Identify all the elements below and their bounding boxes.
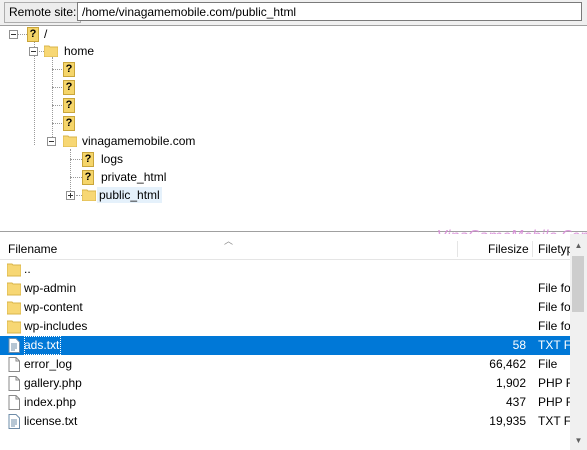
file-type: File folder (538, 319, 570, 333)
file-row[interactable]: gallery.php 1,902 PHP File (0, 374, 570, 393)
remote-path-input[interactable]: /home/vinagamemobile.com/public_html (77, 2, 582, 21)
column-filesize[interactable]: Filesize (488, 239, 529, 259)
file-size: 1,902 (495, 376, 526, 390)
expand-public-html-button[interactable] (66, 191, 75, 200)
column-separator[interactable] (532, 241, 533, 257)
file-rows: .. wp-admin File folder wp-content File fold… (0, 260, 570, 431)
folder-icon (63, 135, 77, 147)
file-type: TXT File (538, 338, 570, 352)
folder-icon (6, 319, 22, 334)
folder-icon (6, 300, 22, 315)
tree-connector (34, 41, 35, 145)
tree-connector (17, 34, 27, 35)
file-row[interactable]: .. (0, 260, 570, 279)
file-row[interactable]: wp-admin File folder (0, 279, 570, 298)
unknown-icon: ? (82, 152, 94, 167)
file-name: ads.txt (24, 336, 62, 355)
file-type: File (538, 357, 558, 371)
folder-icon (82, 189, 96, 201)
folder-icon (6, 281, 22, 296)
tree-connector (70, 159, 82, 160)
file-name: license.txt (24, 414, 78, 428)
file-icon (7, 357, 21, 372)
file-type: TXT File (538, 414, 570, 428)
file-icon (7, 395, 21, 410)
unknown-icon: ? (82, 170, 94, 185)
file-name: wp-content (24, 300, 83, 314)
tree-connector (52, 57, 53, 145)
scroll-thumb[interactable] (572, 256, 584, 312)
column-filetype[interactable]: Filetype (538, 239, 570, 259)
file-name: error_log (24, 357, 73, 371)
file-type: PHP File (538, 376, 570, 390)
remote-site-label: Remote site: (4, 2, 82, 23)
file-row[interactable]: index.php 437 PHP File (0, 393, 570, 412)
file-size: 66,462 (489, 357, 526, 371)
text-file-icon (7, 414, 21, 429)
file-name: wp-admin (24, 281, 77, 295)
column-filename[interactable]: Filename (8, 239, 57, 259)
file-row[interactable]: error_log 66,462 File (0, 355, 570, 374)
collapse-home-button[interactable] (29, 47, 38, 56)
file-type: File folder (538, 300, 570, 314)
tree-item-label: vinagamemobile.com (82, 134, 196, 148)
file-list-header: Filename Filesize Filetype (0, 239, 570, 260)
collapse-root-button[interactable] (9, 30, 18, 39)
tree-item-label: public_html (97, 187, 162, 203)
tree-item-label: home (64, 44, 95, 58)
unknown-icon[interactable]: ? (63, 80, 75, 95)
scroll-down-icon[interactable]: ▼ (570, 434, 587, 448)
file-row[interactable]: wp-includes File folder (0, 317, 570, 336)
folder-icon (6, 262, 22, 277)
tree-connector (70, 149, 71, 197)
vertical-scrollbar[interactable]: ▲ ▼ (570, 234, 587, 450)
file-size: 58 (512, 338, 526, 352)
file-icon (7, 376, 21, 391)
unknown-icon: ? (27, 27, 39, 42)
tree-connector (70, 177, 82, 178)
column-separator[interactable] (457, 241, 458, 257)
file-name: index.php (24, 395, 77, 409)
file-row[interactable]: ads.txt 58 TXT File (0, 336, 570, 355)
remote-directory-tree[interactable]: ? / home ? ? ? ? vinagamemobile.com ? lo… (0, 25, 587, 245)
remote-site-bar: Remote site: /home/vinagamemobile.com/pu… (0, 0, 587, 25)
text-file-icon (7, 338, 21, 353)
remote-file-list[interactable]: ︿ Filename Filesize Filetype ..wp-adminF… (0, 234, 587, 450)
tree-item-label: logs (101, 152, 124, 166)
unknown-icon[interactable]: ? (63, 62, 75, 77)
file-row[interactable]: license.txt 19,935 TXT File (0, 412, 570, 431)
tree-item-label: private_html (101, 170, 167, 184)
folder-icon (44, 45, 58, 57)
file-name: .. (24, 262, 31, 276)
unknown-icon[interactable]: ? (63, 116, 75, 131)
collapse-domain-button[interactable] (47, 137, 56, 146)
tree-item-label: / (44, 27, 48, 41)
file-type: PHP File (538, 395, 570, 409)
file-name: gallery.php (24, 376, 82, 390)
file-size: 19,935 (489, 414, 526, 428)
file-row[interactable]: wp-content File folder (0, 298, 570, 317)
scroll-up-icon[interactable]: ▲ (570, 239, 587, 253)
file-type: File folder (538, 281, 570, 295)
file-name: wp-includes (24, 319, 88, 333)
unknown-icon[interactable]: ? (63, 98, 75, 113)
file-size: 437 (505, 395, 526, 409)
